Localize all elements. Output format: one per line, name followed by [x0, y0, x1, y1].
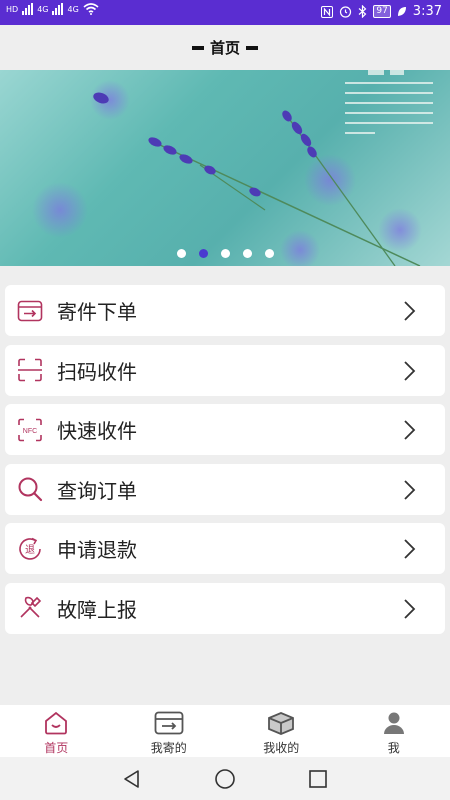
title-dash-right [246, 45, 258, 50]
tab-home[interactable]: 首页 [0, 705, 113, 757]
chevron-right-icon [404, 479, 416, 500]
menu-item-label: 扫码收件 [57, 359, 137, 384]
signal-icon-2 [52, 3, 64, 15]
search-icon [15, 474, 45, 504]
back-icon[interactable] [122, 769, 142, 789]
menu-item-send[interactable]: 寄件下单 [5, 285, 445, 336]
calendar-overlay [345, 70, 433, 134]
status-bar-left: HD 4G 4G [6, 3, 99, 15]
send-box-icon [154, 710, 184, 736]
bluetooth-icon [358, 5, 367, 18]
tab-label: 我收的 [263, 741, 300, 755]
system-nav-bar [0, 757, 450, 800]
tab-label: 我 [387, 741, 400, 755]
chevron-right-icon [404, 360, 416, 381]
carousel-dot[interactable] [176, 249, 186, 258]
chevron-right-icon [404, 301, 416, 321]
user-icon [379, 710, 409, 736]
refund-icon-text: 退 [25, 544, 35, 556]
tab-label: 我寄的 [150, 741, 187, 755]
menu-item-label: 寄件下单 [57, 300, 137, 324]
status-bar-right: 97 3:37 [321, 4, 442, 19]
tools-icon [15, 593, 45, 623]
nfc-icon-text: NFC [23, 428, 37, 435]
network-label: 4G [37, 4, 49, 14]
title-dash-left [191, 45, 204, 50]
menu-list: 寄件下单 扫码收件 NFC 快速收件 查询订单 退 申请退款 故障上报 [5, 285, 445, 642]
home-icon [41, 710, 71, 736]
carousel-dot[interactable] [220, 249, 230, 258]
menu-item-label: 故障上报 [57, 597, 137, 622]
carousel-dot[interactable] [264, 249, 274, 258]
leaf-icon [397, 7, 406, 16]
clock: 3:37 [412, 4, 442, 19]
battery-indicator: 97 [373, 5, 391, 18]
menu-item-quick-receive[interactable]: NFC 快速收件 [5, 404, 445, 455]
signal-icon [22, 3, 34, 15]
scan-icon [15, 355, 45, 385]
page-title: 首页 [209, 39, 240, 57]
tab-label: 首页 [44, 741, 69, 755]
package-icon [266, 710, 296, 736]
status-bar: HD 4G 4G 97 3:37 [0, 0, 450, 25]
chevron-right-icon [404, 420, 416, 440]
wifi-icon [83, 3, 99, 15]
menu-item-label: 查询订单 [57, 478, 137, 503]
home-button-icon[interactable] [214, 768, 236, 790]
nfc-icon: NFC [15, 415, 45, 445]
banner-image [32, 70, 433, 266]
menu-item-fault-report[interactable]: 故障上报 [5, 582, 445, 634]
menu-item-refund[interactable]: 退 申请退款 [5, 523, 445, 574]
carousel-dot[interactable] [242, 249, 252, 258]
tab-my-received[interactable]: 我收的 [225, 705, 338, 757]
alarm-icon [340, 6, 352, 18]
carousel-dot[interactable] [198, 249, 208, 258]
recents-icon[interactable] [308, 769, 328, 789]
menu-item-label: 快速收件 [57, 419, 137, 443]
send-box-icon [15, 296, 45, 326]
menu-item-scan[interactable]: 扫码收件 [5, 344, 445, 396]
title-bar: 首页 [0, 25, 450, 70]
banner-carousel[interactable] [0, 70, 450, 266]
bottom-nav: 首页 我寄的 我收的 我 [0, 705, 450, 757]
menu-item-label: 申请退款 [57, 538, 137, 562]
refund-icon: 退 [15, 534, 45, 564]
chevron-right-icon [404, 598, 416, 619]
hd-label: HD [6, 4, 19, 14]
carousel-dots [0, 249, 450, 258]
menu-item-query-order[interactable]: 查询订单 [5, 463, 445, 515]
network-label-2: 4G [67, 4, 79, 14]
tab-my-sent[interactable]: 我寄的 [113, 705, 226, 757]
tab-me[interactable]: 我 [338, 705, 450, 757]
chevron-right-icon [404, 539, 416, 559]
nfc-status-icon [321, 5, 334, 18]
